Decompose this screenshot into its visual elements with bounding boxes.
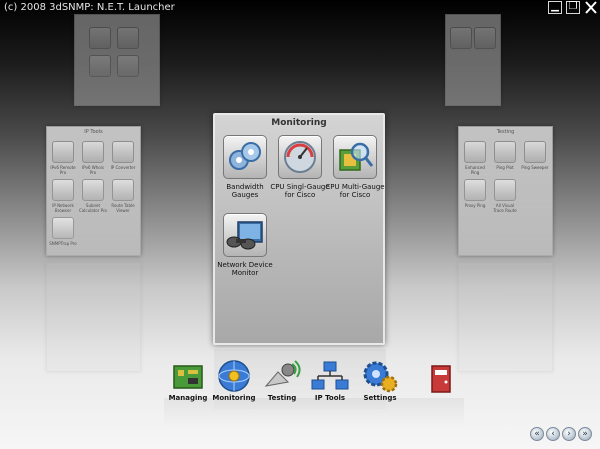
enhanced-ping-icon[interactable] — [464, 141, 486, 163]
nav-first-button[interactable]: « — [530, 427, 544, 441]
ip-tools-network-icon — [311, 361, 349, 390]
cpu-single-gauge-label: CPU Singl-Gauge for Cisco — [270, 183, 330, 199]
tool-label: SNMPTrap Pro — [49, 241, 77, 246]
bandwidth-gauges-icon — [229, 142, 261, 170]
managing-tool-icon — [89, 55, 111, 77]
ipv6-whois-icon[interactable] — [82, 141, 104, 163]
tool-label: IPv6 Remote Pro — [50, 165, 76, 175]
close-icon — [585, 1, 597, 14]
exit-door-icon — [431, 365, 451, 393]
tool-label: Ping Plot — [496, 165, 514, 170]
cpu-single-gauge-tile[interactable] — [278, 135, 322, 179]
tool-label: Subnet Calculator Pro — [79, 203, 107, 213]
chevron-left-icon: ‹ — [551, 429, 555, 439]
ip-converter-icon[interactable] — [112, 141, 134, 163]
restore-icon: ❐ — [568, 1, 578, 12]
tool-label: IP Converter — [110, 165, 136, 170]
visual-trace-route-icon[interactable] — [494, 179, 516, 201]
testing-panel-title: Testing — [496, 129, 515, 135]
route-table-icon[interactable] — [112, 179, 134, 201]
dock-reflection — [164, 398, 464, 428]
network-device-monitor-tile[interactable] — [223, 213, 267, 257]
tool-label: Proxy Ping — [464, 203, 486, 208]
testing-panel[interactable]: Testing Enhanced Ping Ping Plot Ping Swe… — [458, 126, 553, 256]
tool-label: IPv6 Whois Pro — [82, 165, 104, 175]
ip-tools-panel-reflection — [46, 262, 141, 372]
cpu-multi-gauge-label: CPU Multi-Gauge for Cisco — [325, 183, 385, 199]
tool-label: Route Table Viewer — [111, 203, 135, 213]
settings-gears-icon — [363, 361, 398, 393]
ipv6-remote-icon[interactable] — [52, 141, 74, 163]
settings-tool-icon — [450, 27, 472, 49]
ip-network-browser-icon[interactable] — [52, 179, 74, 201]
bandwidth-gauges-tile[interactable] — [223, 135, 267, 179]
nav-prev-button[interactable]: ‹ — [546, 427, 560, 441]
testing-satellite-icon — [264, 360, 301, 387]
ping-sweeper-icon[interactable] — [524, 141, 546, 163]
testing-panel-reflection — [458, 262, 553, 372]
managing-tool-icon — [117, 55, 139, 77]
ping-plot-icon[interactable] — [494, 141, 516, 163]
ip-tools-panel[interactable]: IP Tools IPv6 Remote Pro IPv6 Whois Pro … — [46, 126, 141, 256]
double-chevron-left-icon: « — [534, 429, 540, 439]
ip-tools-panel-title: IP Tools — [84, 129, 103, 135]
settings-tool-icon — [474, 27, 496, 49]
proxy-ping-icon[interactable] — [464, 179, 486, 201]
monitoring-globe-icon — [218, 360, 250, 392]
minimize-button[interactable]: ▁ — [548, 1, 562, 14]
tool-label: Ping Sweeper — [521, 165, 549, 170]
restore-button[interactable]: ❐ — [566, 1, 580, 14]
settings-panel-back[interactable] — [445, 14, 501, 106]
window-title: (c) 2008 3dSNMP: N.E.T. Launcher — [4, 2, 175, 13]
minimize-icon: ▁ — [551, 1, 559, 12]
nav-last-button[interactable]: » — [578, 427, 592, 441]
binoculars-monitor-icon — [226, 221, 263, 250]
managing-tool-icon — [89, 27, 111, 49]
tool-label: All Visual Trace Route — [493, 203, 517, 213]
managing-board-icon — [173, 365, 203, 389]
close-button[interactable] — [584, 0, 598, 16]
monitoring-panel-title: Monitoring — [271, 118, 327, 128]
chevron-right-icon: › — [567, 429, 571, 439]
double-chevron-right-icon: » — [582, 429, 588, 439]
cpu-single-gauge-icon — [284, 141, 316, 173]
cpu-multi-gauge-tile[interactable] — [333, 135, 377, 179]
tool-label: Enhanced Ping — [465, 165, 485, 175]
network-device-monitor-label: Network Device Monitor — [217, 261, 273, 277]
tool-label: IP Network Browser — [52, 203, 74, 213]
subnet-calculator-icon[interactable] — [82, 179, 104, 201]
cpu-multi-gauge-icon — [339, 142, 374, 171]
bandwidth-gauges-label: Bandwidth Gauges — [226, 183, 264, 199]
monitoring-panel[interactable]: Monitoring Bandwidth Gauges CPU Singl-Ga… — [213, 113, 385, 345]
nav-next-button[interactable]: › — [562, 427, 576, 441]
managing-tool-icon — [117, 27, 139, 49]
snmptrap-icon[interactable] — [52, 217, 74, 239]
managing-panel-back[interactable] — [74, 14, 160, 106]
